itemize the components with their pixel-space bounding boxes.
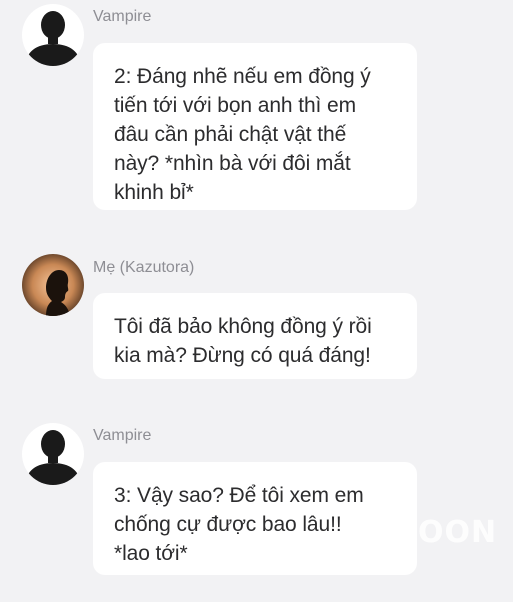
profile-silhouette-avatar-icon [22, 254, 84, 316]
avatar[interactable] [22, 254, 84, 316]
message-bubble[interactable]: Tôi đã bảo không đồng ý rồi kia mà? Đừng… [93, 293, 417, 379]
avatar[interactable] [22, 4, 84, 66]
message-text: 2: Đáng nhẽ nếu em đồng ý tiến tới với b… [114, 65, 371, 204]
message-text: Tôi đã bảo không đồng ý rồi kia mà? Đừng… [114, 315, 372, 367]
sender-name: Vampire [93, 8, 152, 25]
sender-name: Vampire [93, 427, 152, 444]
message-bubble[interactable]: 3: Vậy sao? Để tôi xem em chống cự được … [93, 462, 417, 575]
chat-thread: Vampire 2: Đáng nhẽ nếu em đồng ý tiến t… [0, 0, 513, 602]
silhouette-avatar-icon [22, 423, 84, 485]
avatar[interactable] [22, 423, 84, 485]
message-text: 3: Vậy sao? Để tôi xem em chống cự được … [114, 484, 364, 565]
message-bubble[interactable]: 2: Đáng nhẽ nếu em đồng ý tiến tới với b… [93, 43, 417, 210]
silhouette-avatar-icon [22, 4, 84, 66]
watermark: OON [418, 515, 498, 550]
sender-name: Mẹ (Kazutora) [93, 259, 195, 276]
